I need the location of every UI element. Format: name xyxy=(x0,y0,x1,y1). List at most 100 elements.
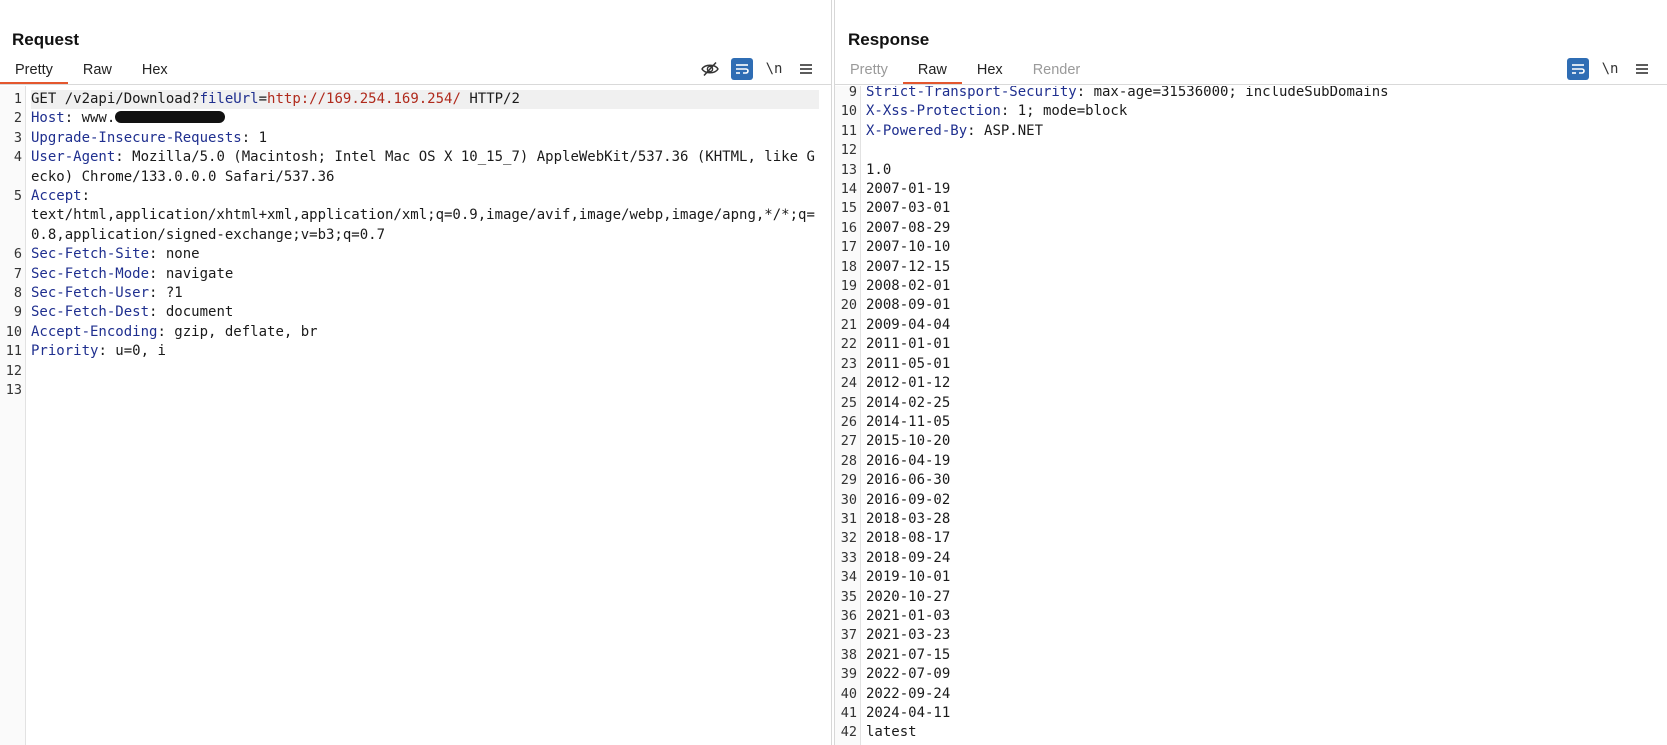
code-line: 4 User-Agent: Mozilla/5.0 (Macintosh; Int… xyxy=(0,148,831,187)
response-tab-render[interactable]: Render xyxy=(1018,58,1096,84)
line-segment: : none xyxy=(149,246,200,263)
line-text: User-Agent: Mozilla/5.0 (Macintosh; Inte… xyxy=(31,148,819,187)
header-name: Sec-Fetch-Mode xyxy=(31,265,150,282)
code-line: 26 2014-11-05 xyxy=(835,413,1667,432)
code-line: 13 1.0 xyxy=(835,161,1667,180)
response-tab-hex[interactable]: Hex xyxy=(962,58,1018,84)
wrap-lines-icon[interactable] xyxy=(731,58,753,80)
line-segment: 2011-05-01 xyxy=(866,355,951,372)
line-number: 38 xyxy=(840,646,857,663)
line-text: X-Powered-By: ASP.NET xyxy=(866,122,1655,141)
line-text: 2016-04-19 xyxy=(866,452,1655,471)
line-text: 2018-09-24 xyxy=(866,549,1655,568)
line-segment: 2021-07-15 xyxy=(866,646,951,663)
response-toolbar: \n xyxy=(1567,57,1653,81)
line-segment: : 1 xyxy=(241,129,268,146)
line-segment: 2008-02-01 xyxy=(866,278,951,295)
request-code: 1 GET /v2api/Download?fileUrl=http://169.… xyxy=(0,90,831,401)
line-text: 2011-05-01 xyxy=(866,355,1655,374)
line-text: 2007-03-01 xyxy=(866,199,1655,218)
header-name: X-Xss-Protection xyxy=(866,103,1001,120)
code-line: 40 2022-09-24 xyxy=(835,685,1667,704)
request-tab-raw[interactable]: Raw xyxy=(68,58,127,84)
line-number: 19 xyxy=(840,278,857,295)
line-number: 22 xyxy=(840,336,857,353)
line-number: 26 xyxy=(840,413,857,430)
line-number: 11 xyxy=(5,343,22,360)
response-title: Response xyxy=(848,30,930,49)
line-number: 13 xyxy=(5,382,22,399)
line-number: 29 xyxy=(840,472,857,489)
code-line: 7 Sec-Fetch-Mode: navigate xyxy=(0,265,831,284)
newline-toggle[interactable]: \n xyxy=(763,58,785,80)
line-text: 2008-09-01 xyxy=(866,296,1655,315)
code-line: 30 2016-09-02 xyxy=(835,491,1667,510)
line-segment: 2014-02-25 xyxy=(866,394,951,411)
newline-toggle[interactable]: \n xyxy=(1599,58,1621,80)
header-name: Priority xyxy=(31,343,99,360)
line-number: 4 xyxy=(13,149,22,166)
request-editor[interactable]: 1 GET /v2api/Download?fileUrl=http://169.… xyxy=(0,86,831,745)
line-segment: 2018-09-24 xyxy=(866,549,951,566)
response-tabs: Pretty Raw Hex Render xyxy=(835,58,1095,84)
response-editor[interactable]: 9 Strict-Transport-Security: max-age=3153… xyxy=(835,86,1667,745)
line-text: Host: www. xyxy=(31,109,819,128)
code-line: 8 Sec-Fetch-User: ?1 xyxy=(0,284,831,303)
request-tab-hex[interactable]: Hex xyxy=(127,58,183,84)
line-text: 2018-08-17 xyxy=(866,529,1655,548)
line-number: 18 xyxy=(840,258,857,275)
request-title: Request xyxy=(12,30,80,49)
response-tab-raw[interactable]: Raw xyxy=(902,58,962,84)
line-number: 33 xyxy=(840,549,857,566)
line-text: 2007-12-15 xyxy=(866,258,1655,277)
line-number: 14 xyxy=(840,181,857,198)
line-text: 2008-02-01 xyxy=(866,277,1655,296)
line-text: 2012-01-12 xyxy=(866,374,1655,393)
line-text: ​ xyxy=(31,362,819,381)
code-line: 5 Accept: text/html,application/xhtml+xml… xyxy=(0,187,831,245)
line-segment: : gzip, deflate, br xyxy=(157,323,318,340)
line-number: 8 xyxy=(13,285,22,302)
line-text: Accept-Encoding: gzip, deflate, br xyxy=(31,323,819,342)
line-number: 23 xyxy=(840,355,857,372)
line-text: 2016-09-02 xyxy=(866,491,1655,510)
line-text: 2009-04-04 xyxy=(866,316,1655,335)
line-segment: 2014-11-05 xyxy=(866,413,951,430)
line-number: 11 xyxy=(840,122,857,139)
line-number: 41 xyxy=(840,705,857,721)
line-number: 24 xyxy=(840,375,857,392)
code-line: 16 2007-08-29 xyxy=(835,219,1667,238)
code-line: 9 Strict-Transport-Security: max-age=3153… xyxy=(835,86,1667,102)
header-name: Sec-Fetch-Site xyxy=(31,246,150,263)
line-number: 6 xyxy=(13,246,22,263)
header-name: Host xyxy=(31,110,65,127)
hamburger-menu-icon[interactable] xyxy=(795,58,817,80)
code-line: 29 2016-06-30 xyxy=(835,471,1667,490)
line-number: 2 xyxy=(13,110,22,127)
line-text: 1.0 xyxy=(866,161,1655,180)
eye-slash-icon[interactable] xyxy=(699,58,721,80)
line-number: 39 xyxy=(840,666,857,683)
line-number: 28 xyxy=(840,452,857,469)
wrap-lines-icon[interactable] xyxy=(1567,58,1589,80)
code-line: 18 2007-12-15 xyxy=(835,258,1667,277)
response-pane: Response Pretty Raw Hex Render \n 9 Stric… xyxy=(834,0,1667,745)
response-tab-pretty[interactable]: Pretty xyxy=(835,58,903,84)
code-line: 12 ​ xyxy=(0,362,831,381)
line-text: 2014-02-25 xyxy=(866,394,1655,413)
line-text: latest xyxy=(866,723,1655,742)
code-line: 24 2012-01-12 xyxy=(835,374,1667,393)
line-text: 2022-07-09 xyxy=(866,665,1655,684)
code-line: 14 2007-01-19 xyxy=(835,180,1667,199)
line-number: 7 xyxy=(13,265,22,282)
request-tab-pretty[interactable]: Pretty xyxy=(0,58,68,84)
line-text: 2021-03-23 xyxy=(866,626,1655,645)
line-text: 2007-08-29 xyxy=(866,219,1655,238)
code-line: 25 2014-02-25 xyxy=(835,394,1667,413)
line-segment: fileUrl xyxy=(199,91,259,107)
line-segment: 2007-03-01 xyxy=(866,200,951,217)
hamburger-menu-icon[interactable] xyxy=(1631,58,1653,80)
line-text: X-Xss-Protection: 1; mode=block xyxy=(866,102,1655,121)
line-segment: : document xyxy=(149,304,234,321)
redacted-hostname xyxy=(115,111,226,124)
